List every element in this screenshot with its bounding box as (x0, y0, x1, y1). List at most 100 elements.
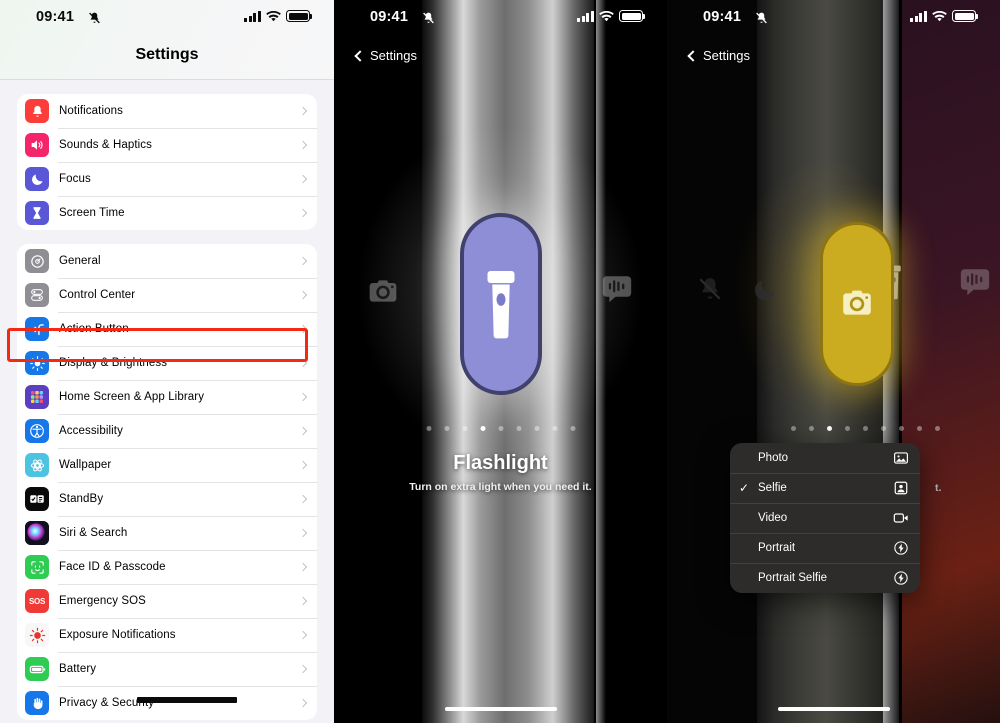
page-dot[interactable] (863, 426, 868, 431)
settings-header: 09:41 Settings (0, 0, 334, 80)
sidebar-item-label: Sounds & Haptics (59, 139, 153, 151)
bell-slash-icon (423, 12, 434, 24)
camera-mode-context-menu[interactable]: Photo ✓ Selfie Video Portrait Portrait S… (730, 443, 920, 593)
sidebar-item-screen-time[interactable]: Screen Time (17, 196, 317, 230)
moon-focus-icon[interactable] (751, 275, 779, 305)
camera-mode-panel: 09:41 Settings t. Photo ✓ Selfie Video P… (667, 0, 1000, 723)
mode-page-dots[interactable] (791, 426, 940, 431)
camera-icon[interactable] (363, 275, 403, 307)
portrait-selfie-icon (894, 571, 908, 585)
page-dot[interactable] (570, 426, 575, 431)
cellular-bars-icon (910, 10, 927, 22)
page-dot[interactable] (552, 426, 557, 431)
chevron-right-icon (298, 698, 308, 708)
sidebar-item-label: Face ID & Passcode (59, 561, 166, 573)
page-dot[interactable] (534, 426, 539, 431)
chevron-right-icon (298, 664, 308, 674)
cellular-bars-icon (244, 10, 261, 22)
sidebar-item-wallpaper[interactable]: Wallpaper (17, 448, 317, 482)
page-dot[interactable] (809, 426, 814, 431)
rail-highlight-line (596, 0, 606, 723)
flashlight-icon (487, 271, 514, 339)
sidebar-item-exposure-notifications[interactable]: Exposure Notifications (17, 618, 317, 652)
menu-item-label: Portrait (758, 542, 796, 554)
back-to-settings-button[interactable]: Settings (354, 48, 417, 63)
sidebar-item-focus[interactable]: Focus (17, 162, 317, 196)
sidebar-item-label: Action Button (59, 323, 129, 335)
voice-memo-icon[interactable] (599, 272, 635, 306)
sidebar-item-privacy-security[interactable]: Privacy & Security (17, 686, 317, 720)
chevron-right-icon (298, 106, 308, 116)
page-title: Settings (135, 46, 199, 63)
battery-settings-icon (25, 657, 49, 681)
menu-item-label: Selfie (758, 482, 787, 494)
battery-full-icon (619, 10, 646, 22)
truncated-subtitle: t. (935, 482, 942, 494)
sidebar-item-label: StandBy (59, 493, 104, 505)
sidebar-item-general[interactable]: General (17, 244, 317, 278)
sidebar-item-label: Wallpaper (59, 459, 112, 471)
action-button-pill-flashlight[interactable] (459, 213, 542, 395)
settings-list[interactable]: Notifications Sounds & Haptics Focus Scr… (0, 94, 334, 723)
voice-memo-icon[interactable] (957, 265, 993, 299)
sidebar-item-label: Focus (59, 173, 91, 185)
sidebar-item-accessibility[interactable]: Accessibility (17, 414, 317, 448)
home-indicator[interactable] (444, 707, 557, 711)
page-dot[interactable] (899, 426, 904, 431)
sidebar-item-home-screen[interactable]: Home Screen & App Library (17, 380, 317, 414)
page-dot[interactable] (881, 426, 886, 431)
face-id-icon (25, 555, 49, 579)
sidebar-item-sounds-haptics[interactable]: Sounds & Haptics (17, 128, 317, 162)
sidebar-item-control-center[interactable]: Control Center (17, 278, 317, 312)
sidebar-item-label: Battery (59, 663, 97, 675)
sidebar-item-label: Siri & Search (59, 527, 128, 539)
chevron-right-icon (298, 208, 308, 218)
page-dot[interactable] (516, 426, 521, 431)
menu-item-photo[interactable]: Photo (730, 443, 920, 473)
menu-item-label: Photo (758, 452, 789, 464)
mode-subtitle: Turn on extra light when you need it. (409, 481, 592, 493)
battery-full-icon (952, 10, 979, 22)
focus-icon (25, 167, 49, 191)
page-dot[interactable] (426, 426, 431, 431)
bell-slash-icon[interactable] (697, 275, 723, 303)
status-time: 09:41 (370, 9, 409, 25)
action-button-pill-camera[interactable] (820, 222, 894, 386)
sidebar-item-action-button[interactable]: Action Button (17, 312, 317, 346)
checkmark-icon: ✓ (738, 481, 750, 495)
status-indicators (577, 10, 646, 22)
page-dot[interactable] (791, 426, 796, 431)
sidebar-item-label: General (59, 255, 101, 267)
home-indicator[interactable] (777, 707, 890, 711)
chevron-right-icon (298, 358, 308, 368)
sidebar-item-standby[interactable]: StandBy (17, 482, 317, 516)
page-dot[interactable] (444, 426, 449, 431)
page-dot[interactable] (845, 426, 850, 431)
status-time: 09:41 (703, 9, 742, 25)
selfie-icon (894, 481, 908, 495)
flashlight-screen-panel: 09:41 Settings Flashlight Turn on extra … (334, 0, 667, 723)
sidebar-item-face-id[interactable]: Face ID & Passcode (17, 550, 317, 584)
back-to-settings-button[interactable]: Settings (687, 48, 750, 63)
menu-item-portrait-selfie[interactable]: Portrait Selfie (730, 563, 920, 593)
page-dot[interactable] (917, 426, 922, 431)
sidebar-item-siri-search[interactable]: Siri & Search (17, 516, 317, 550)
page-dot-active[interactable] (480, 426, 485, 431)
sidebar-item-emergency-sos[interactable]: SOS Emergency SOS (17, 584, 317, 618)
page-dot[interactable] (462, 426, 467, 431)
bell-slash-icon (756, 12, 767, 24)
video-icon (893, 513, 908, 523)
menu-item-video[interactable]: Video (730, 503, 920, 533)
menu-item-portrait[interactable]: Portrait (730, 533, 920, 563)
sidebar-item-notifications[interactable]: Notifications (17, 94, 317, 128)
sidebar-item-battery[interactable]: Battery (17, 652, 317, 686)
page-dot-active[interactable] (827, 426, 832, 431)
menu-item-selfie[interactable]: ✓ Selfie (730, 473, 920, 503)
page-dot[interactable] (498, 426, 503, 431)
status-bar: 09:41 (334, 0, 667, 34)
page-dot[interactable] (935, 426, 940, 431)
mode-page-dots[interactable] (426, 426, 575, 431)
photo-icon (894, 452, 909, 464)
sidebar-item-display-brightness[interactable]: Display & Brightness (17, 346, 317, 380)
chevron-right-icon (298, 324, 308, 334)
